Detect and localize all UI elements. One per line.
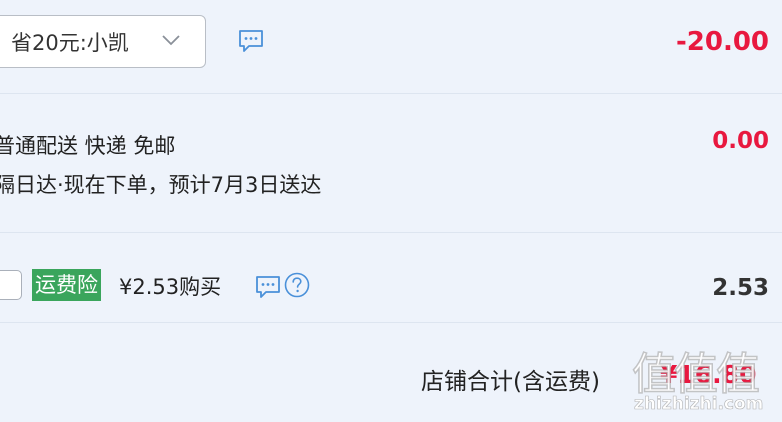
discount-select-value: 省20元:小凯: [11, 31, 129, 55]
shipping-description: 隔日达·现在下单，预计7月3日送达: [0, 173, 322, 197]
insurance-badge: 运费险: [32, 269, 101, 301]
watermark-url: zhizhizhi.com: [634, 394, 764, 415]
insurance-price: ¥2.53购买: [119, 275, 222, 299]
divider: [0, 93, 782, 94]
chat-icon[interactable]: [254, 274, 282, 300]
shipping-amount: 0.00: [712, 128, 769, 154]
insurance-checkbox[interactable]: [0, 270, 22, 300]
chevron-down-icon: [162, 35, 180, 46]
help-icon[interactable]: [284, 272, 310, 298]
watermark: 值值值 zhizhizhi.com: [630, 338, 780, 420]
discount-amount: -20.00: [675, 27, 769, 57]
discount-select[interactable]: 省20元:小凯: [0, 15, 206, 68]
shipping-method: 普通配送 快递 免邮: [0, 134, 176, 158]
insurance-amount: 2.53: [712, 275, 769, 301]
chat-icon[interactable]: [237, 28, 265, 54]
store-total-label: 店铺合计(含运费): [421, 369, 600, 395]
divider: [0, 322, 782, 323]
watermark-logo: 值值值: [631, 348, 761, 401]
divider: [0, 232, 782, 233]
